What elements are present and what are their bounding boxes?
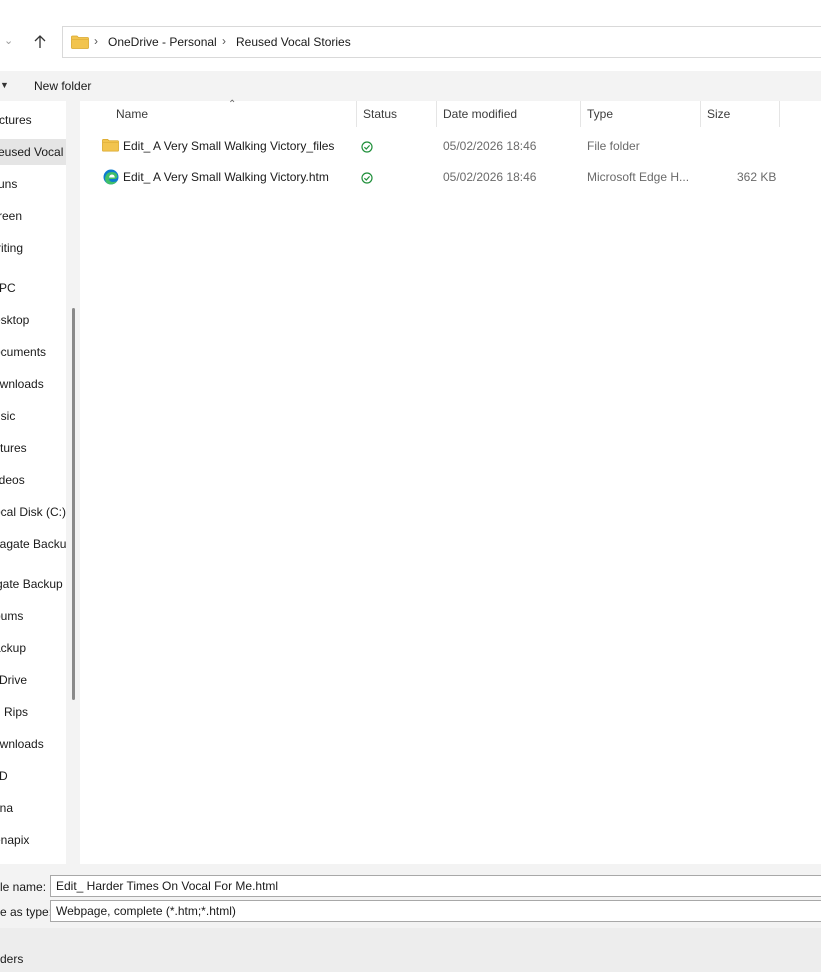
column-divider[interactable] xyxy=(700,101,701,127)
nav-item-label: ideos xyxy=(0,473,25,487)
dialog-footer xyxy=(0,928,821,972)
column-header-type[interactable]: Type xyxy=(587,107,613,121)
recent-locations-chevron-icon[interactable]: ⌄ xyxy=(4,34,13,47)
synced-icon xyxy=(361,141,373,153)
file-name: Edit_ A Very Small Walking Victory_files xyxy=(123,139,335,153)
column-divider[interactable] xyxy=(356,101,357,127)
nav-item-label: D xyxy=(0,769,8,783)
nav-item-label: Drive xyxy=(0,673,28,687)
file-name-label: le name: xyxy=(0,880,47,894)
nav-item-downloads[interactable]: ownloads xyxy=(0,371,66,397)
nav-item-downloads-2[interactable]: ownloads xyxy=(0,731,66,757)
file-date: 05/02/2026 18:46 xyxy=(443,139,537,153)
nav-item-label: enapix xyxy=(0,833,30,847)
save-as-type-label: e as type: xyxy=(0,905,53,919)
nav-pane-scrollbar-thumb[interactable] xyxy=(72,308,75,700)
column-header-status[interactable]: Status xyxy=(363,107,397,121)
synced-icon xyxy=(361,172,373,184)
nav-item-label: reen xyxy=(0,209,23,223)
folder-icon xyxy=(102,138,119,152)
nav-item-drive[interactable]: Drive xyxy=(0,667,66,693)
file-size: 362 KB xyxy=(737,170,777,184)
column-header-size[interactable]: Size xyxy=(707,107,730,121)
nav-item-rips[interactable]: Rips xyxy=(0,699,66,725)
nav-item-documents[interactable]: ocuments xyxy=(0,339,66,365)
file-row[interactable]: Edit_ A Very Small Walking Victory.htm 0… xyxy=(80,163,821,191)
nav-item-label: ocal Disk (C:) xyxy=(0,505,66,519)
save-panel: le name: Edit_ Harder Times On Vocal For… xyxy=(0,864,821,972)
nav-item-reused-vocal-stories[interactable]: eused Vocal S xyxy=(0,139,66,165)
column-divider[interactable] xyxy=(779,101,780,127)
file-type: Microsoft Edge H... xyxy=(587,170,690,184)
column-header-name[interactable]: Name xyxy=(116,107,148,121)
nav-item-label: PC xyxy=(0,281,16,295)
nav-item-desktop[interactable]: esktop xyxy=(0,307,66,333)
nav-item-seagate-backup[interactable]: eagate Backup xyxy=(0,531,66,557)
address-bar[interactable]: › OneDrive - Personal › Reused Vocal Sto… xyxy=(62,26,821,58)
nav-item-pictures[interactable]: ctures xyxy=(0,107,66,133)
breadcrumb-reused-vocal-stories[interactable]: Reused Vocal Stories xyxy=(236,35,351,49)
command-bar: ▼ New folder xyxy=(0,71,821,101)
nav-item-seagate-backup-2[interactable]: gate Backup I xyxy=(0,571,66,597)
new-folder-button[interactable]: New folder xyxy=(34,79,91,93)
nav-item-label: ina xyxy=(0,801,14,815)
nav-item-label: ocuments xyxy=(0,345,47,359)
edge-icon xyxy=(103,169,119,185)
nav-item-albums[interactable]: bums xyxy=(0,603,66,629)
breadcrumb-separator-icon: › xyxy=(222,34,226,48)
nav-item-label: usic xyxy=(0,409,16,423)
file-name-input[interactable]: Edit_ Harder Times On Vocal For Me.html xyxy=(50,875,821,897)
nav-item-label: uns xyxy=(0,177,18,191)
nav-item-this-pc[interactable]: PC xyxy=(0,275,66,301)
hide-folders-toggle[interactable]: ders xyxy=(0,952,23,966)
nav-item-screen[interactable]: reen xyxy=(0,203,66,229)
nav-item-label: eused Vocal S xyxy=(0,145,66,159)
file-row[interactable]: Edit_ A Very Small Walking Victory_files… xyxy=(80,132,821,160)
column-divider[interactable] xyxy=(436,101,437,127)
nav-item-music[interactable]: usic xyxy=(0,403,66,429)
nav-item-local-disk-c[interactable]: ocal Disk (C:) xyxy=(0,499,66,525)
nav-item-videos[interactable]: ideos xyxy=(0,467,66,493)
column-divider[interactable] xyxy=(580,101,581,127)
nav-item-label: gate Backup I xyxy=(0,577,66,591)
up-arrow-icon[interactable] xyxy=(31,33,49,51)
save-as-type-select[interactable]: Webpage, complete (*.htm;*.html) xyxy=(50,900,821,922)
file-list: ⌃ Name Status Date modified Type Size Ed… xyxy=(80,99,821,864)
nav-item-backup[interactable]: ackup xyxy=(0,635,66,661)
nav-item-label: ownloads xyxy=(0,737,44,751)
file-name: Edit_ A Very Small Walking Victory.htm xyxy=(123,170,329,184)
nav-item-pictures-2[interactable]: ctures xyxy=(0,435,66,461)
nav-item-label: esktop xyxy=(0,313,30,327)
nav-item-writing[interactable]: riting xyxy=(0,235,66,261)
breadcrumb-separator-icon: › xyxy=(94,34,98,48)
sort-ascending-caret-icon: ⌃ xyxy=(228,99,237,110)
navigation-pane: ctures eused Vocal S uns reen riting PC … xyxy=(0,101,66,864)
nav-item-label: ctures xyxy=(0,113,32,127)
nav-item-ina[interactable]: ina xyxy=(0,795,66,821)
nav-item-label: Rips xyxy=(4,705,29,719)
folder-icon xyxy=(71,35,89,49)
nav-item-label: ackup xyxy=(0,641,27,655)
nav-item-label: ownloads xyxy=(0,377,44,391)
nav-item-label: ctures xyxy=(0,441,27,455)
nav-item-label: bums xyxy=(0,609,24,623)
file-date: 05/02/2026 18:46 xyxy=(443,170,537,184)
nav-item-runs[interactable]: uns xyxy=(0,171,66,197)
top-navigation-bar: ⌄ › OneDrive - Personal › Reused Vocal S… xyxy=(0,0,821,71)
nav-item-d[interactable]: D xyxy=(0,763,66,789)
nav-item-label: eagate Backup xyxy=(0,537,66,551)
nav-item-enapix[interactable]: enapix xyxy=(0,827,66,853)
column-header-date-modified[interactable]: Date modified xyxy=(443,107,517,121)
file-type: File folder xyxy=(587,139,640,153)
organize-dropdown-caret-icon[interactable]: ▼ xyxy=(0,80,9,90)
breadcrumb-onedrive[interactable]: OneDrive - Personal xyxy=(108,35,217,49)
nav-item-label: riting xyxy=(0,241,24,255)
